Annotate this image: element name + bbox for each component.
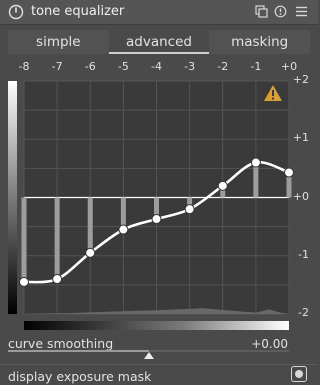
curve-smoothing-value: +0.00 bbox=[251, 337, 288, 351]
curve-node bbox=[52, 274, 63, 285]
equalizer-bar bbox=[253, 162, 259, 198]
curve-node bbox=[151, 214, 162, 225]
curve-node bbox=[217, 180, 228, 191]
curve-smoothing-label: curve smoothing bbox=[8, 336, 114, 351]
equalizer-bar bbox=[87, 197, 93, 253]
curve-smoothing-fill bbox=[8, 350, 149, 352]
curve-node bbox=[284, 167, 294, 178]
warning-icon bbox=[264, 85, 282, 101]
curve-smoothing-marker[interactable] bbox=[143, 352, 154, 359]
curve-node bbox=[19, 276, 29, 287]
separator bbox=[0, 364, 318, 365]
curve-node bbox=[184, 204, 195, 215]
exposure-mask-label: display exposure mask bbox=[8, 369, 152, 384]
circle-toggle-icon[interactable] bbox=[291, 366, 307, 382]
curve-node bbox=[250, 157, 261, 168]
curve-node bbox=[118, 224, 129, 235]
toggle-dot bbox=[295, 370, 303, 378]
luminance-gradient-horizontal bbox=[24, 321, 289, 330]
curve-node bbox=[85, 247, 96, 258]
equalizer-bar bbox=[54, 197, 60, 280]
equalizer-bar bbox=[21, 197, 27, 282]
